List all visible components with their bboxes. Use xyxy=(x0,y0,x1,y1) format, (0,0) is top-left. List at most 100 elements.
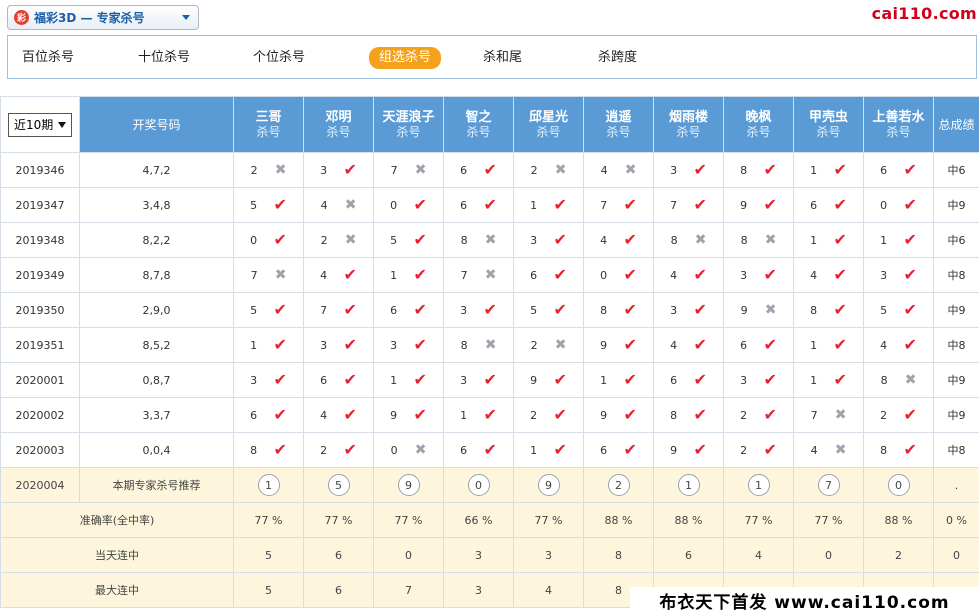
kill-number: 8 xyxy=(670,233,678,247)
kill-number: 1 xyxy=(390,268,398,282)
check-icon: ✔ xyxy=(553,195,567,214)
kill-result: 6 ✔ xyxy=(304,372,373,388)
stat-value-cell: 88 % xyxy=(583,502,654,538)
kill-number: 4 xyxy=(320,268,328,282)
cross-icon: ✖ xyxy=(344,197,357,213)
kill-number: 7 xyxy=(810,408,818,422)
cross-icon: ✖ xyxy=(414,162,427,178)
kill-number: 8 xyxy=(600,303,608,317)
tab-units[interactable]: 个位杀号 xyxy=(253,48,305,68)
kill-result: 1 ✔ xyxy=(234,337,303,353)
kill-result-cell: 2 ✖ xyxy=(513,327,584,363)
tab-hundreds[interactable]: 百位杀号 xyxy=(22,48,74,68)
expert-name: 三哥 xyxy=(255,110,282,125)
kill-result-cell: 1 ✔ xyxy=(863,222,934,258)
kill-number: 3 xyxy=(390,338,398,352)
stat-value-cell: 88 % xyxy=(863,502,934,538)
expert-header[interactable]: 三哥 杀号 xyxy=(233,96,304,153)
expert-name: 智之 xyxy=(465,110,492,125)
kill-result: 7 ✖ xyxy=(234,268,303,282)
kill-number: 8 xyxy=(740,163,748,177)
kill-result-cell: 3 ✔ xyxy=(723,257,794,293)
kill-number: 6 xyxy=(460,163,468,177)
kill-result-cell: 2 ✔ xyxy=(303,432,374,468)
kill-result: 5 ✔ xyxy=(374,232,443,248)
kill-result-cell: 3 ✔ xyxy=(863,257,934,293)
kill-number: 6 xyxy=(460,198,468,212)
kill-result: 4 ✔ xyxy=(794,267,863,283)
lottery-type-dropdown[interactable]: 彩 福彩3D — 专家杀号 xyxy=(7,5,199,30)
expert-sub: 杀号 xyxy=(396,125,421,139)
kill-result: 6 ✔ xyxy=(724,337,793,353)
kill-result-cell: 3 ✔ xyxy=(443,292,514,328)
expert-header[interactable]: 邱星光 杀号 xyxy=(513,96,584,153)
accuracy-row: 准确率(全中率) 77 % 77 % 77 % 66 % 77 % 88 % 88 % 77 %… xyxy=(0,502,979,538)
check-icon: ✔ xyxy=(763,335,777,354)
recommend-cell: 7 xyxy=(793,467,864,503)
recommend-number-badge: 9 xyxy=(397,474,420,496)
tab-group[interactable]: 组选杀号 xyxy=(369,47,442,69)
kill-result: 6 ✔ xyxy=(514,267,583,283)
tab-sum-tail[interactable]: 杀和尾 xyxy=(483,48,522,68)
tab-tens[interactable]: 十位杀号 xyxy=(138,48,190,68)
stat-value-cell: 2 xyxy=(863,537,934,573)
expert-name: 天涯浪子 xyxy=(382,110,435,125)
period-range-select[interactable]: 近10期 xyxy=(8,112,72,137)
kill-result: 4 ✖ xyxy=(584,163,653,177)
kill-result-cell: 6 ✔ xyxy=(443,152,514,188)
period-cell: 2019346 xyxy=(0,152,80,188)
expert-header[interactable]: 甲壳虫 杀号 xyxy=(793,96,864,153)
stat-value-cell: 6 xyxy=(303,572,374,608)
kill-number: 6 xyxy=(810,198,818,212)
period-cell: 2019351 xyxy=(0,327,80,363)
kill-number: 3 xyxy=(320,338,328,352)
cross-icon: ✖ xyxy=(904,372,917,388)
cross-icon: ✖ xyxy=(484,337,497,353)
kill-number: 3 xyxy=(250,373,258,387)
expert-header[interactable]: 邓明 杀号 xyxy=(303,96,374,153)
cross-icon: ✖ xyxy=(554,162,567,178)
tab-span[interactable]: 杀跨度 xyxy=(598,48,637,68)
check-icon: ✔ xyxy=(763,405,777,424)
expert-header[interactable]: 天涯浪子 杀号 xyxy=(373,96,444,153)
check-icon: ✔ xyxy=(763,195,777,214)
kill-result-cell: 6 ✔ xyxy=(653,362,724,398)
expert-sub: 杀号 xyxy=(816,125,841,139)
draw-number-cell: 2,9,0 xyxy=(79,292,234,328)
kill-result: 6 ✔ xyxy=(444,197,513,213)
check-icon: ✔ xyxy=(413,405,427,424)
kill-result-cell: 3 ✔ xyxy=(653,152,724,188)
stat-value-cell: 77 % xyxy=(303,502,374,538)
recommend-period-cell: 2020004 xyxy=(0,467,80,503)
caret-down-icon xyxy=(58,121,66,128)
recommend-cell: 9 xyxy=(373,467,444,503)
expert-header[interactable]: 逍遥 杀号 xyxy=(583,96,654,153)
expert-header[interactable]: 上善若水 杀号 xyxy=(863,96,934,153)
check-icon: ✔ xyxy=(553,300,567,319)
cross-icon: ✖ xyxy=(694,232,707,248)
check-icon: ✔ xyxy=(483,300,497,319)
check-icon: ✔ xyxy=(693,370,707,389)
expert-sub: 杀号 xyxy=(536,125,561,139)
check-icon: ✔ xyxy=(693,405,707,424)
site-brand[interactable]: cai110.com xyxy=(872,4,977,23)
expert-header[interactable]: 晚枫 杀号 xyxy=(723,96,794,153)
check-icon: ✔ xyxy=(483,440,497,459)
expert-header[interactable]: 烟雨楼 杀号 xyxy=(653,96,724,153)
kill-result: 6 ✔ xyxy=(374,302,443,318)
expert-sub: 杀号 xyxy=(466,125,491,139)
kill-result-cell: 7 ✖ xyxy=(233,257,304,293)
check-icon: ✔ xyxy=(623,405,637,424)
kill-result-cell: 2 ✔ xyxy=(863,397,934,433)
check-icon: ✔ xyxy=(763,370,777,389)
stat-label-cell: 当天连中 xyxy=(0,537,234,573)
current-streak-row: 当天连中 5 6 0 3 3 8 6 4 0 2 0 xyxy=(0,537,979,573)
kill-result: 3 ✔ xyxy=(724,267,793,283)
expert-header[interactable]: 智之 杀号 xyxy=(443,96,514,153)
kill-number: 6 xyxy=(880,163,888,177)
total-score-cell: 中8 xyxy=(933,257,979,293)
kill-number: 2 xyxy=(530,163,538,177)
kill-number: 6 xyxy=(460,443,468,457)
kill-number: 3 xyxy=(670,163,678,177)
stat-value-cell: 4 xyxy=(513,572,584,608)
